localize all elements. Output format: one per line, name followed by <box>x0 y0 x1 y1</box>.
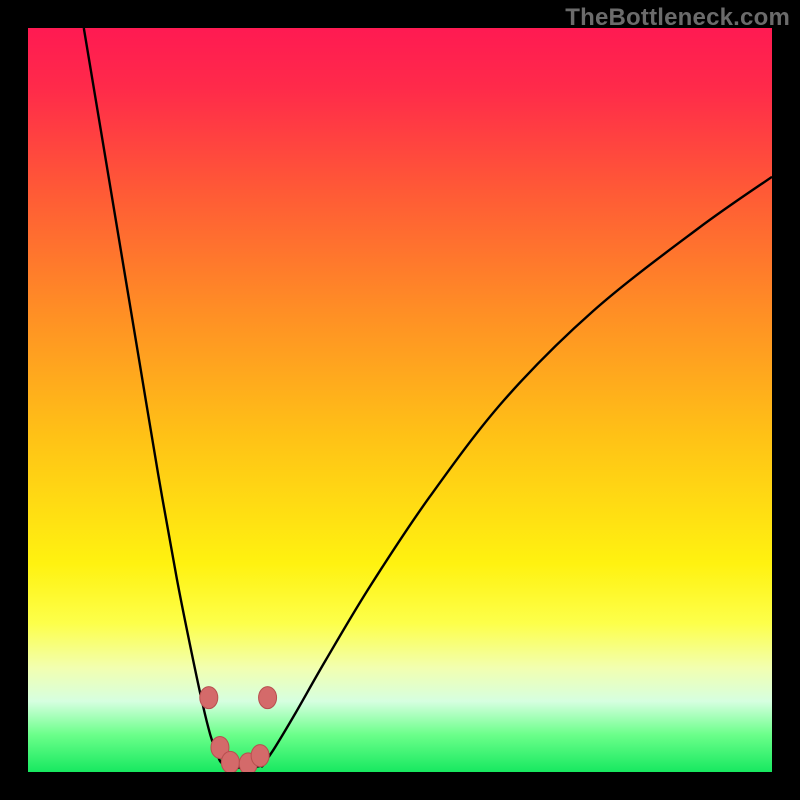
curve-marker <box>221 751 239 772</box>
watermark-text: TheBottleneck.com <box>565 4 790 32</box>
curve-marker <box>200 687 218 709</box>
curve-marker <box>259 687 277 709</box>
gradient-background <box>28 28 772 772</box>
curve-marker <box>251 745 269 767</box>
plot-area <box>28 28 772 772</box>
chart-frame: TheBottleneck.com <box>0 0 800 800</box>
bottleneck-curve-chart <box>28 28 772 772</box>
